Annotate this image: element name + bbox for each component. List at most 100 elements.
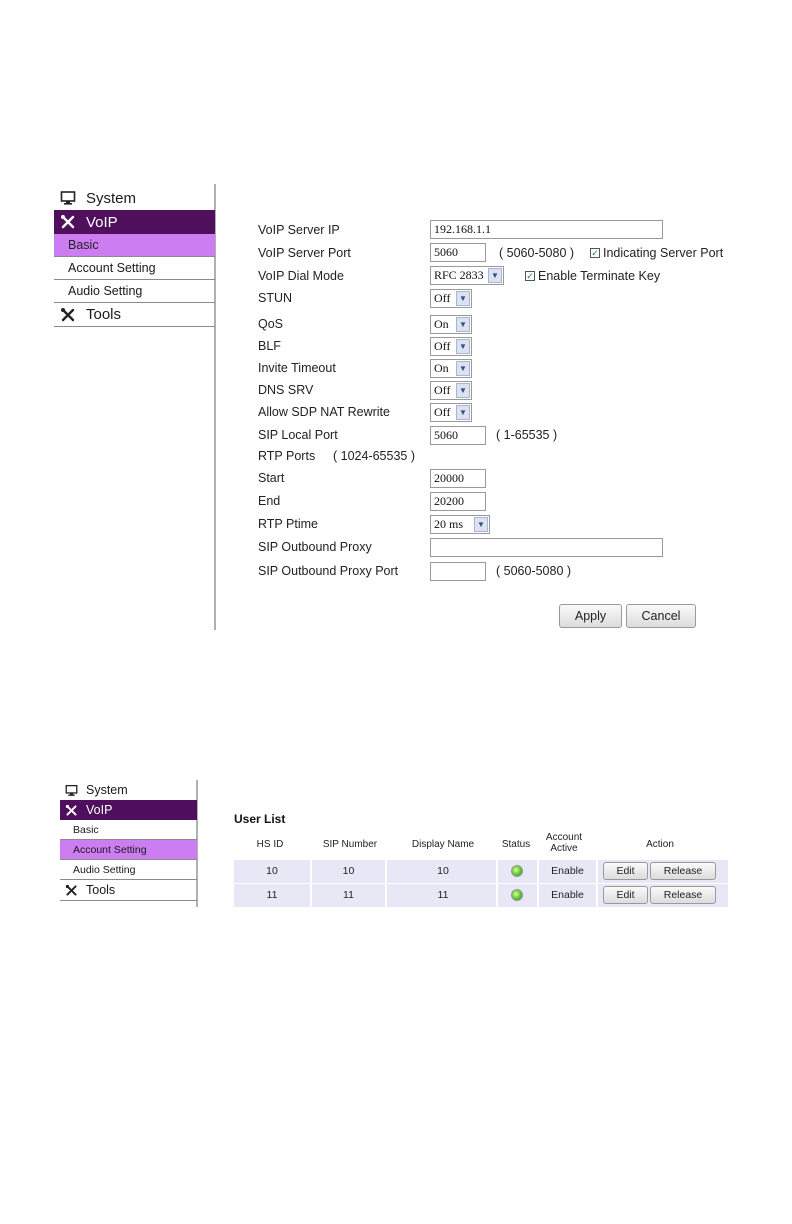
sidebar-item-basic[interactable]: Basic [54, 234, 215, 257]
cancel-button[interactable]: Cancel [626, 604, 696, 628]
voip-server-port-input[interactable]: 5060 [430, 243, 486, 262]
cell-divider [385, 884, 387, 907]
qos-label: QoS [258, 317, 284, 331]
sidebar-item-basic[interactable]: Basic [60, 820, 197, 840]
sip-local-port-input[interactable]: 5060 [430, 426, 486, 445]
sidebar-system[interactable]: System [60, 780, 197, 800]
voip-dial-mode-select[interactable]: RFC 2833 ▼ [430, 266, 504, 285]
cell-divider [496, 884, 498, 907]
account-active-cell: Enable [551, 889, 584, 901]
sip-outbound-proxy-port-label: SIP Outbound Proxy Port [258, 564, 399, 578]
column-hs-id: HS ID [256, 839, 284, 850]
hs-id-cell: 10 [266, 865, 278, 877]
chevron-down-icon: ▼ [456, 291, 470, 306]
qos-select[interactable]: On ▼ [430, 315, 472, 334]
dns-srv-label: DNS SRV [258, 383, 314, 397]
cell-divider [596, 884, 598, 907]
cell-divider [596, 860, 598, 883]
stun-select[interactable]: Off ▼ [430, 289, 472, 308]
voip-server-port-range: ( 5060-5080 ) [499, 246, 575, 260]
dns-srv-select[interactable]: Off ▼ [430, 381, 472, 400]
apply-button[interactable]: Apply [559, 604, 622, 628]
sidebar-system[interactable]: System [54, 186, 215, 210]
invite-timeout-select[interactable]: On ▼ [430, 359, 472, 378]
invite-timeout-value: On [434, 361, 449, 375]
chevron-down-icon: ▼ [456, 383, 470, 398]
cell-divider [385, 860, 387, 883]
column-account-active-line1: Account [545, 832, 583, 843]
sidebar-small: System VoIP Basic Account Setting Audio … [60, 780, 197, 901]
sip-outbound-proxy-port-input[interactable] [430, 562, 486, 581]
sidebar-item-account-setting[interactable]: Account Setting [54, 257, 215, 280]
tools-icon [61, 215, 75, 229]
sidebar-voip[interactable]: VoIP [60, 800, 197, 820]
sidebar-item-audio-setting[interactable]: Audio Setting [60, 860, 197, 880]
sip-local-port-range: ( 1-65535 ) [496, 428, 558, 442]
stun-value: Off [434, 291, 451, 305]
sidebar-tools-label: Tools [86, 883, 116, 897]
qos-value: On [434, 317, 449, 331]
rtp-ptime-select[interactable]: 20 ms ▼ [430, 515, 490, 534]
rtp-start-input[interactable]: 20000 [430, 469, 486, 488]
sidebar-item-audio-setting[interactable]: Audio Setting [54, 280, 215, 303]
chevron-down-icon: ▼ [456, 339, 470, 354]
invite-timeout-label: Invite Timeout [258, 361, 336, 375]
sidebar-voip-label: VoIP [86, 213, 118, 231]
column-account-active-line2: Active [550, 843, 578, 854]
rtp-ptime-label: RTP Ptime [258, 517, 318, 531]
release-button[interactable]: Release [650, 862, 716, 880]
sidebar-tools[interactable]: Tools [60, 880, 197, 901]
chevron-down-icon: ▼ [474, 517, 488, 532]
sip-local-port-label: SIP Local Port [258, 428, 338, 442]
indicating-server-port-label: Indicating Server Port [603, 246, 724, 260]
sidebar-voip[interactable]: VoIP [54, 210, 215, 234]
column-status: Status [501, 839, 531, 850]
sidebar-system-label: System [86, 783, 128, 797]
sidebar-tools[interactable]: Tools [54, 303, 215, 327]
rtp-ports-range: ( 1024-65535 ) [333, 449, 416, 463]
sip-outbound-proxy-input[interactable] [430, 538, 663, 557]
rtp-ptime-value: 20 ms [434, 517, 464, 531]
voip-server-port-label: VoIP Server Port [258, 246, 351, 260]
column-sip-number: SIP Number [322, 839, 378, 850]
sidebar: System VoIP Basic Account Setting Audio … [54, 186, 215, 327]
table-row: 10 10 10 Enable Edit Release [234, 860, 728, 883]
table-row: 11 11 11 Enable Edit Release [234, 884, 728, 907]
release-button[interactable]: Release [650, 886, 716, 904]
sip-outbound-proxy-label: SIP Outbound Proxy [258, 540, 372, 554]
rtp-end-label: End [258, 494, 281, 508]
voip-dial-mode-value: RFC 2833 [434, 268, 484, 282]
stun-label: STUN [258, 291, 293, 305]
indicating-server-port-checkbox[interactable]: ✓ Indicating Server Port [590, 246, 723, 260]
edit-button[interactable]: Edit [603, 862, 648, 880]
status-led-icon [511, 865, 523, 877]
blf-label: BLF [258, 339, 281, 353]
hs-id-cell: 11 [266, 889, 278, 901]
edit-button[interactable]: Edit [603, 886, 648, 904]
chevron-down-icon: ▼ [456, 405, 470, 420]
sidebar-tools-label: Tools [86, 306, 122, 323]
sidebar-item-account-setting[interactable]: Account Setting [60, 840, 197, 860]
voip-dial-mode-label: VoIP Dial Mode [258, 269, 344, 283]
chevron-down-icon: ▼ [456, 361, 470, 376]
sip-outbound-proxy-port-range: ( 5060-5080 ) [496, 564, 572, 578]
monitor-icon [65, 784, 78, 796]
monitor-icon [60, 191, 76, 205]
display-name-cell: 10 [437, 865, 449, 877]
allow-sdp-nat-rewrite-label: Allow SDP NAT Rewrite [258, 405, 390, 419]
tools-icon [61, 307, 75, 321]
allow-sdp-nat-rewrite-select[interactable]: Off ▼ [430, 403, 472, 422]
rtp-end-input[interactable]: 20200 [430, 492, 486, 511]
enable-terminate-key-checkbox[interactable]: ✓ Enable Terminate Key [525, 269, 660, 283]
voip-server-ip-input[interactable]: 192.168.1.1 [430, 220, 663, 239]
sidebar-system-label: System [86, 189, 137, 207]
chevron-down-icon: ▼ [456, 317, 470, 332]
rtp-ports-label: RTP Ports [258, 449, 316, 463]
sidebar-voip-label: VoIP [86, 803, 113, 817]
tools-icon [65, 884, 77, 896]
column-account-active: Account Active [538, 832, 590, 854]
checkmark-icon: ✓ [590, 248, 600, 258]
blf-select[interactable]: Off ▼ [430, 337, 472, 356]
cell-divider [496, 860, 498, 883]
display-name-cell: 11 [437, 889, 449, 901]
